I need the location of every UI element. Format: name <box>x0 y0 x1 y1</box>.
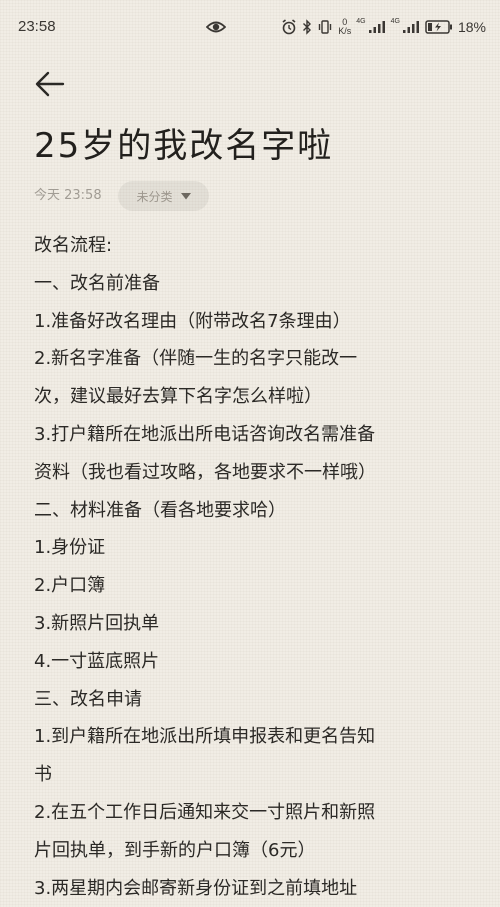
note-line: 2.在五个工作日后通知来交一寸照片和新照 <box>34 801 376 823</box>
status-bar: 23:58 0 K/s 4G 4G 18% <box>0 0 500 56</box>
note-line: 书 <box>34 764 52 786</box>
note-line: 一、改名前准备 <box>34 272 160 294</box>
note-body[interactable]: 改名流程: 一、改名前准备 1.准备好改名理由（附带改名7条理由） 2.新名字准… <box>34 227 474 907</box>
alarm-clock-icon <box>282 19 296 35</box>
category-label: 未分类 <box>136 189 173 204</box>
signal2-label: 4G <box>390 18 400 25</box>
battery-charging-icon <box>425 20 452 34</box>
note-line: 1.准备好改名理由（附带改名7条理由） <box>34 310 351 332</box>
signal1-label: 4G <box>356 18 366 25</box>
vibrate-icon <box>319 20 332 34</box>
net-speed: 0 K/s <box>338 18 351 36</box>
eye-icon <box>206 21 226 33</box>
note-line: 二、材料准备（看各地要求哈） <box>34 499 286 521</box>
category-dropdown[interactable]: 未分类 <box>118 181 209 211</box>
note-line: 片回执单，到手新的户口簿（6元） <box>34 839 316 861</box>
status-time: 23:58 <box>18 18 56 35</box>
note-line: 三、改名申请 <box>34 688 142 710</box>
note-line: 1.身份证 <box>34 537 106 559</box>
note-title[interactable]: 25岁的我改名字啦 <box>34 124 333 168</box>
back-button[interactable] <box>32 66 68 102</box>
note-line: 2.新名字准备（伴随一生的名字只能改一 <box>34 348 358 370</box>
note-line: 4.一寸蓝底照片 <box>34 650 160 672</box>
note-line: 次，建议最好去算下名字怎么样啦） <box>34 386 322 408</box>
note-line: 3.两星期内会邮寄新身份证到之前填地址 <box>34 877 358 899</box>
signal-bars-icon <box>402 21 419 33</box>
back-arrow-icon <box>35 71 65 97</box>
note-line: 3.新照片回执单 <box>34 612 160 634</box>
signal-bars-icon <box>368 21 385 33</box>
note-line: 2.户口簿 <box>34 575 106 597</box>
note-line: 1.到户籍所在地派出所填申报表和更名告知 <box>34 726 376 748</box>
note-line: 资料（我也看过攻略，各地要求不一样哦） <box>34 461 376 483</box>
bluetooth-icon <box>303 19 312 35</box>
caret-down-icon <box>180 192 191 199</box>
status-icons: 0 K/s 4G 4G 18% <box>281 16 486 38</box>
note-line: 3.打户籍所在地派出所电话咨询改名需准备 <box>34 423 376 445</box>
net-speed-unit: K/s <box>338 26 352 36</box>
note-line: 改名流程: <box>34 235 113 256</box>
note-date: 今天 23:58 <box>34 188 102 203</box>
battery-percentage: 18% <box>457 19 486 35</box>
